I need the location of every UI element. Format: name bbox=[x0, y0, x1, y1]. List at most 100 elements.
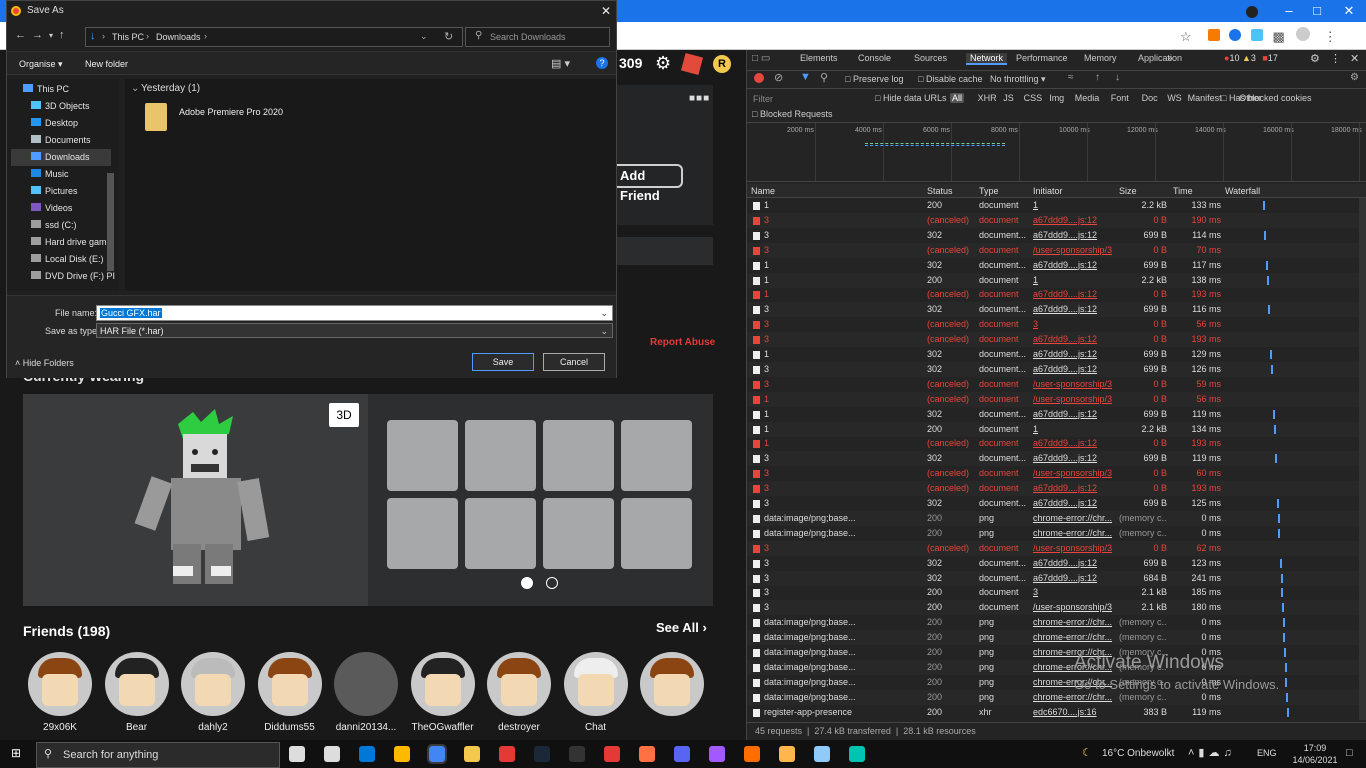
devtools-tab[interactable]: Memory bbox=[1080, 53, 1121, 63]
table-cell[interactable]: 3 bbox=[1033, 585, 1115, 600]
disable-cache-checkbox[interactable]: □ Disable cache bbox=[918, 74, 982, 84]
column-header[interactable]: Waterfall bbox=[1225, 186, 1260, 196]
cancel-button[interactable]: Cancel bbox=[543, 353, 605, 371]
carousel-dot[interactable] bbox=[546, 577, 558, 589]
item-thumbnail[interactable] bbox=[621, 498, 692, 569]
table-cell[interactable]: /user-sponsorship/3 bbox=[1033, 377, 1115, 392]
table-cell[interactable]: a67ddd9....js:12 bbox=[1033, 362, 1115, 377]
type-filter[interactable]: Media bbox=[1073, 93, 1102, 103]
add-friend-button[interactable]: Add Friend bbox=[612, 164, 683, 203]
devtools-settings-icon[interactable]: ⚙ bbox=[1310, 52, 1320, 65]
report-abuse-link[interactable]: Report Abuse bbox=[650, 337, 720, 348]
system-tray-icons[interactable]: ˄▮☁♫ bbox=[1188, 746, 1236, 759]
download-icon[interactable]: ↓ bbox=[1115, 72, 1120, 83]
table-cell[interactable]: a67ddd9....js:12 bbox=[1033, 436, 1115, 451]
new-folder-button[interactable]: New folder bbox=[85, 59, 128, 69]
table-row[interactable]: 3 200 document 3 2.1 kB 185 ms bbox=[747, 585, 1359, 600]
back-arrow-icon[interactable]: ← bbox=[15, 29, 32, 41]
notifications-icon[interactable]: □ bbox=[1346, 747, 1353, 759]
more-tabs-icon[interactable]: » bbox=[1167, 53, 1173, 64]
vlc-icon[interactable] bbox=[639, 746, 655, 762]
item-thumbnail[interactable] bbox=[465, 498, 536, 569]
nav-item[interactable]: 3D Objects bbox=[31, 98, 111, 115]
table-row[interactable]: 3 (canceled) document/user-sponsorship/3 0 … bbox=[747, 377, 1359, 392]
toggle-3d-button[interactable]: 3D bbox=[329, 403, 359, 427]
recent-chevron-icon[interactable]: ▾ bbox=[49, 31, 59, 40]
weather-text[interactable]: 16°C Onbewolkt bbox=[1102, 748, 1174, 759]
puzzle-icon[interactable]: ▩ bbox=[1273, 29, 1287, 45]
address-dropdown-icon[interactable]: ⌄ bbox=[420, 31, 428, 42]
table-row[interactable]: 3 (canceled) document a67ddd9....js:12 0 B 19… bbox=[747, 212, 1359, 228]
blender-icon[interactable] bbox=[779, 746, 795, 762]
table-row[interactable]: 1 200 document 1 2.2 kB 138 ms bbox=[747, 272, 1359, 288]
hide-data-urls-checkbox[interactable]: □ Hide data URLs bbox=[875, 93, 946, 103]
store-icon[interactable] bbox=[394, 746, 410, 762]
youtube-icon[interactable] bbox=[499, 746, 515, 762]
address-bar[interactable]: ↓ › This PC › Downloads › ⌄ ↻ bbox=[85, 27, 463, 47]
devtools-tab[interactable]: Application bbox=[1134, 53, 1186, 63]
devtools-tab[interactable]: Sources bbox=[910, 53, 951, 63]
breadcrumb-downloads[interactable]: Downloads bbox=[156, 32, 201, 42]
terminal-icon[interactable] bbox=[849, 746, 865, 762]
menu-icon[interactable]: ⋮ bbox=[1324, 29, 1337, 45]
table-row[interactable]: data:image/png;base... 200 png chrome-error… bbox=[747, 630, 1359, 646]
table-row[interactable]: 3 302 document... a67ddd9....js:12 699 B 123 … bbox=[747, 556, 1359, 571]
table-row[interactable]: 3 302 document... a67ddd9....js:12 699 B 126 … bbox=[747, 361, 1359, 377]
friend-item[interactable]: TheOGwaffler bbox=[410, 652, 476, 733]
extension-blue-icon[interactable] bbox=[1229, 29, 1242, 41]
friend-item[interactable]: dahly2 bbox=[180, 652, 246, 733]
table-cell[interactable]: a67ddd9....js:12 bbox=[1033, 496, 1115, 511]
file-name-input[interactable]: Gucci GFX.har ⌄ bbox=[96, 305, 613, 321]
column-header[interactable]: Type bbox=[979, 186, 999, 196]
table-cell[interactable]: a67ddd9....js:12 bbox=[1033, 347, 1115, 362]
devtools-tab[interactable]: Network bbox=[966, 53, 1008, 65]
view-options-icon[interactable]: ▤ ▾ bbox=[551, 57, 570, 70]
forward-arrow-icon[interactable]: → bbox=[32, 29, 49, 41]
network-filter-input[interactable]: Filter bbox=[750, 92, 868, 106]
table-cell[interactable]: chrome-error://chr... bbox=[1033, 511, 1115, 526]
table-row[interactable]: 3 (canceled) document a67ddd9....js:12 0 B 19… bbox=[747, 481, 1359, 497]
dialog-close-icon[interactable]: ✕ bbox=[601, 4, 611, 18]
star-icon[interactable]: ☆ bbox=[1180, 29, 1194, 45]
table-cell[interactable]: /user-sponsorship/3 bbox=[1033, 466, 1115, 481]
type-filter[interactable]: CSS bbox=[1022, 93, 1045, 103]
item-thumbnail[interactable] bbox=[543, 498, 614, 569]
table-cell[interactable]: chrome-error://chr... bbox=[1033, 630, 1115, 645]
table-cell[interactable]: /user-sponsorship/3 bbox=[1033, 541, 1115, 556]
hide-folders-toggle[interactable]: ˄ Hide Folders bbox=[15, 358, 74, 368]
table-row[interactable]: 1 302 document... a67ddd9....js:12 699 B 117 … bbox=[747, 258, 1359, 273]
network-overview-timeline[interactable]: 2000 ms 4000 ms 6000 ms 8000 ms 10000 ms 1200… bbox=[747, 122, 1366, 182]
item-thumbnail[interactable] bbox=[387, 498, 458, 569]
column-header[interactable]: Time bbox=[1173, 186, 1193, 196]
record-icon[interactable] bbox=[1246, 6, 1258, 18]
more-options-icon[interactable]: ■■■ bbox=[689, 93, 710, 104]
search-downloads-input[interactable]: Search Downloads bbox=[465, 27, 610, 47]
help-icon[interactable]: ? bbox=[596, 57, 608, 69]
friend-item[interactable]: destroyer bbox=[486, 652, 552, 733]
type-filter[interactable]: Manifest bbox=[1186, 93, 1224, 103]
brave-icon[interactable] bbox=[744, 746, 760, 762]
preserve-log-checkbox[interactable]: □ Preserve log bbox=[845, 74, 903, 84]
table-row[interactable]: 3 (canceled) document a67ddd9....js:12 0 B 19… bbox=[747, 332, 1359, 348]
table-cell[interactable]: a67ddd9....js:12 bbox=[1033, 228, 1115, 243]
nav-item[interactable]: Videos bbox=[31, 200, 111, 217]
item-thumbnail[interactable] bbox=[387, 420, 458, 491]
table-cell[interactable]: a67ddd9....js:12 bbox=[1033, 451, 1115, 466]
carousel-dot-active[interactable] bbox=[521, 577, 533, 589]
table-row[interactable]: 1 200 document 1 2.2 kB 133 ms bbox=[747, 198, 1359, 213]
nav-item[interactable]: Desktop bbox=[31, 115, 111, 132]
steam-icon[interactable] bbox=[534, 746, 550, 762]
clear-icon[interactable]: ⊘ bbox=[774, 71, 783, 84]
nav-item[interactable]: This PC bbox=[23, 81, 119, 98]
table-cell[interactable]: /user-sponsorship/3 bbox=[1033, 600, 1115, 615]
column-header[interactable]: Status bbox=[927, 186, 953, 196]
up-arrow-icon[interactable]: ↑ bbox=[59, 29, 71, 41]
table-cell[interactable]: a67ddd9....js:12 bbox=[1033, 302, 1115, 317]
friend-item[interactable]: 29x06K bbox=[27, 652, 93, 733]
table-cell[interactable]: chrome-error://chr... bbox=[1033, 615, 1115, 630]
devtools-tab[interactable]: Performance bbox=[1012, 53, 1072, 63]
type-filter[interactable]: All bbox=[950, 93, 965, 103]
table-cell[interactable]: 3 bbox=[1033, 317, 1115, 332]
blocked-requests-checkbox[interactable]: □ Blocked Requests bbox=[752, 109, 832, 119]
column-header[interactable]: Size bbox=[1119, 186, 1137, 196]
